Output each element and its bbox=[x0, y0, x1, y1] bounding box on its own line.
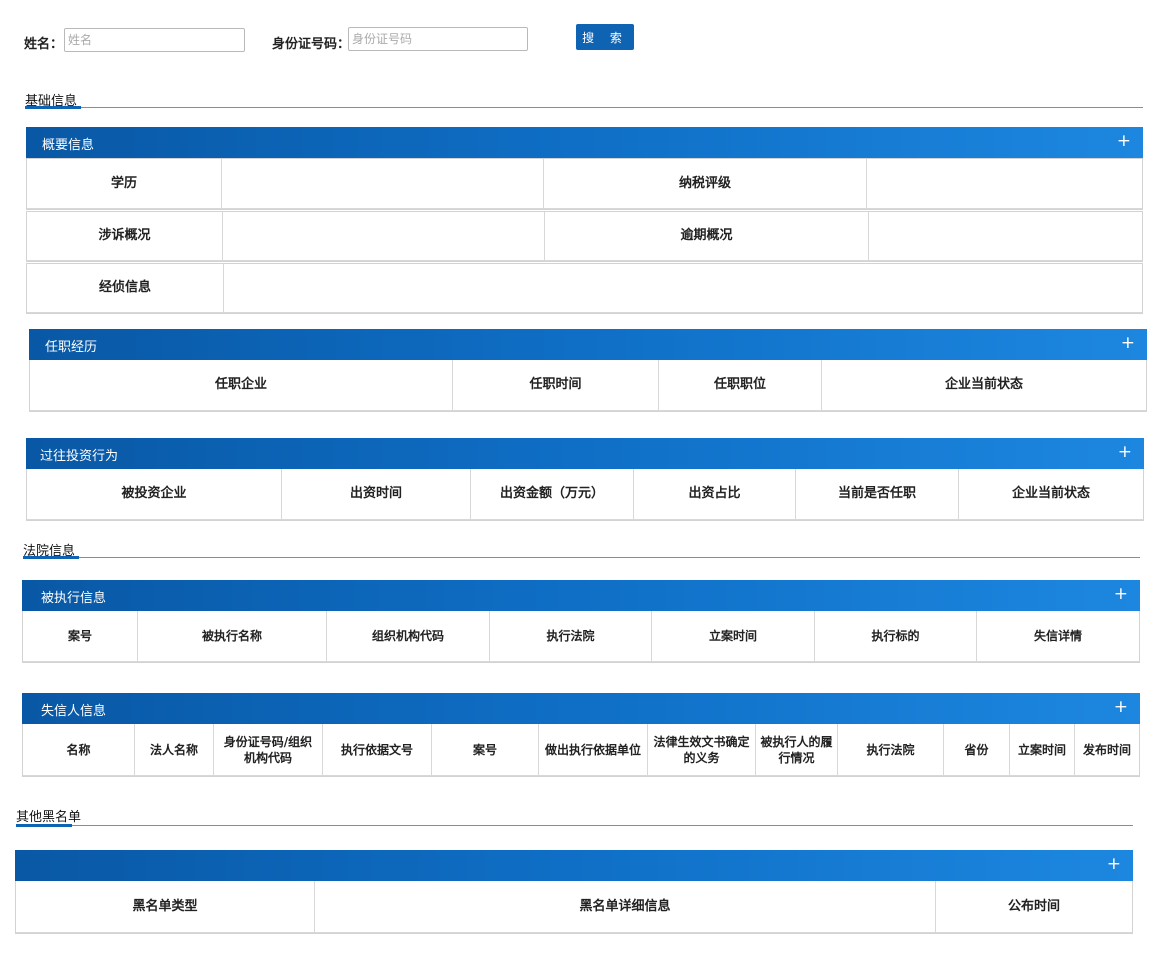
section-blacklist: 其他黑名单 bbox=[16, 810, 82, 825]
column-header: 企业当前状态 bbox=[959, 469, 1143, 520]
employment-expand-plus-icon[interactable]: + bbox=[1121, 333, 1135, 353]
overview-cell-label: 经侦信息 bbox=[27, 264, 224, 313]
section-blacklist-accent bbox=[16, 824, 72, 827]
blacklist-panel: + 黑名单类型 黑名单详细信息 公布时间 bbox=[15, 850, 1133, 934]
overview-cell-label: 逾期概况 bbox=[545, 212, 869, 261]
blacklist-table: 黑名单类型 黑名单详细信息 公布时间 bbox=[15, 881, 1133, 934]
column-header: 案号 bbox=[23, 611, 138, 662]
section-blacklist-divider bbox=[16, 825, 1133, 826]
investment-panel: 过往投资行为 + 被投资企业 出资时间 出资金额（万元） 出资占比 当前是否任职… bbox=[26, 438, 1144, 521]
investment-expand-plus-icon[interactable]: + bbox=[1118, 442, 1132, 462]
column-header: 被执行名称 bbox=[138, 611, 327, 662]
column-header: 执行法院 bbox=[490, 611, 652, 662]
column-header: 法律生效文书确定的义务 bbox=[648, 724, 756, 776]
column-header: 发布时间 bbox=[1075, 724, 1139, 776]
id-number-input[interactable] bbox=[348, 27, 528, 51]
section-court-divider bbox=[23, 557, 1140, 558]
column-header: 执行标的 bbox=[815, 611, 977, 662]
investment-table: 被投资企业 出资时间 出资金额（万元） 出资占比 当前是否任职 企业当前状态 bbox=[26, 469, 1144, 521]
section-basic-divider bbox=[25, 107, 1143, 108]
column-header: 当前是否任职 bbox=[796, 469, 959, 520]
column-header: 被执行人的履行情况 bbox=[756, 724, 838, 776]
dishonest-panel: 失信人信息 + 名称 法人名称 身份证号码/组织机构代码 执行依据文号 案号 做… bbox=[22, 693, 1140, 777]
column-header: 失信详情 bbox=[977, 611, 1139, 662]
column-header: 立案时间 bbox=[652, 611, 815, 662]
dishonest-table: 名称 法人名称 身份证号码/组织机构代码 执行依据文号 案号 做出执行依据单位 … bbox=[22, 724, 1140, 777]
column-header: 出资金额（万元） bbox=[471, 469, 634, 520]
overview-panel-title: 概要信息 bbox=[42, 138, 95, 153]
overview-row: 学历 纳税评级 bbox=[26, 158, 1143, 210]
employment-table: 任职企业 任职时间 任职职位 企业当前状态 bbox=[29, 360, 1147, 412]
investment-panel-header: 过往投资行为 + bbox=[26, 438, 1144, 469]
column-header: 立案时间 bbox=[1010, 724, 1075, 776]
column-header: 做出执行依据单位 bbox=[539, 724, 648, 776]
column-header: 黑名单类型 bbox=[16, 881, 315, 933]
column-header: 任职职位 bbox=[659, 360, 822, 411]
executed-panel-title: 被执行信息 bbox=[41, 591, 107, 606]
executed-table: 案号 被执行名称 组织机构代码 执行法院 立案时间 执行标的 失信详情 bbox=[22, 611, 1140, 663]
overview-panel: 概要信息 + 学历 纳税评级 涉诉概况 逾期概况 经侦信息 bbox=[26, 127, 1143, 314]
column-header: 出资占比 bbox=[634, 469, 796, 520]
section-court-accent bbox=[23, 556, 79, 559]
column-header: 组织机构代码 bbox=[327, 611, 490, 662]
employment-panel-title: 任职经历 bbox=[45, 340, 98, 355]
column-header: 出资时间 bbox=[282, 469, 471, 520]
executed-panel: 被执行信息 + 案号 被执行名称 组织机构代码 执行法院 立案时间 执行标的 失… bbox=[22, 580, 1140, 663]
overview-cell-value bbox=[224, 264, 1142, 313]
column-header: 企业当前状态 bbox=[822, 360, 1146, 411]
overview-cell-value bbox=[867, 159, 1142, 209]
overview-cell-label: 纳税评级 bbox=[544, 159, 867, 209]
column-header: 名称 bbox=[23, 724, 135, 776]
employment-panel-header: 任职经历 + bbox=[29, 329, 1147, 360]
blacklist-panel-header: + bbox=[15, 850, 1133, 881]
overview-cell-value bbox=[223, 212, 545, 261]
id-number-label: 身份证号码： bbox=[272, 37, 351, 52]
overview-row: 涉诉概况 逾期概况 bbox=[26, 211, 1143, 262]
overview-cell-label: 涉诉概况 bbox=[27, 212, 223, 261]
column-header: 黑名单详细信息 bbox=[315, 881, 936, 933]
investment-panel-title: 过往投资行为 bbox=[40, 449, 119, 464]
column-header: 法人名称 bbox=[135, 724, 214, 776]
overview-cell-value bbox=[222, 159, 544, 209]
overview-panel-header: 概要信息 + bbox=[26, 127, 1143, 158]
name-input[interactable] bbox=[64, 28, 245, 52]
column-header: 省份 bbox=[944, 724, 1010, 776]
dishonest-panel-title: 失信人信息 bbox=[41, 704, 107, 719]
dishonest-expand-plus-icon[interactable]: + bbox=[1114, 697, 1128, 717]
overview-row: 经侦信息 bbox=[26, 263, 1143, 314]
column-header: 执行法院 bbox=[838, 724, 944, 776]
employment-panel: 任职经历 + 任职企业 任职时间 任职职位 企业当前状态 bbox=[29, 329, 1147, 412]
dishonest-panel-header: 失信人信息 + bbox=[22, 693, 1140, 724]
column-header: 任职企业 bbox=[30, 360, 453, 411]
overview-cell-label: 学历 bbox=[27, 159, 222, 209]
column-header: 被投资企业 bbox=[27, 469, 282, 520]
column-header: 身份证号码/组织机构代码 bbox=[214, 724, 323, 776]
overview-cell-value bbox=[869, 212, 1142, 261]
name-label: 姓名： bbox=[24, 37, 64, 52]
column-header: 公布时间 bbox=[936, 881, 1132, 933]
executed-panel-header: 被执行信息 + bbox=[22, 580, 1140, 611]
column-header: 案号 bbox=[432, 724, 539, 776]
column-header: 任职时间 bbox=[453, 360, 659, 411]
search-button[interactable]: 搜 索 bbox=[576, 24, 634, 50]
column-header: 执行依据文号 bbox=[323, 724, 432, 776]
section-basic-accent bbox=[25, 106, 81, 109]
blacklist-expand-plus-icon[interactable]: + bbox=[1107, 854, 1121, 874]
executed-expand-plus-icon[interactable]: + bbox=[1114, 584, 1128, 604]
overview-expand-plus-icon[interactable]: + bbox=[1117, 131, 1131, 151]
